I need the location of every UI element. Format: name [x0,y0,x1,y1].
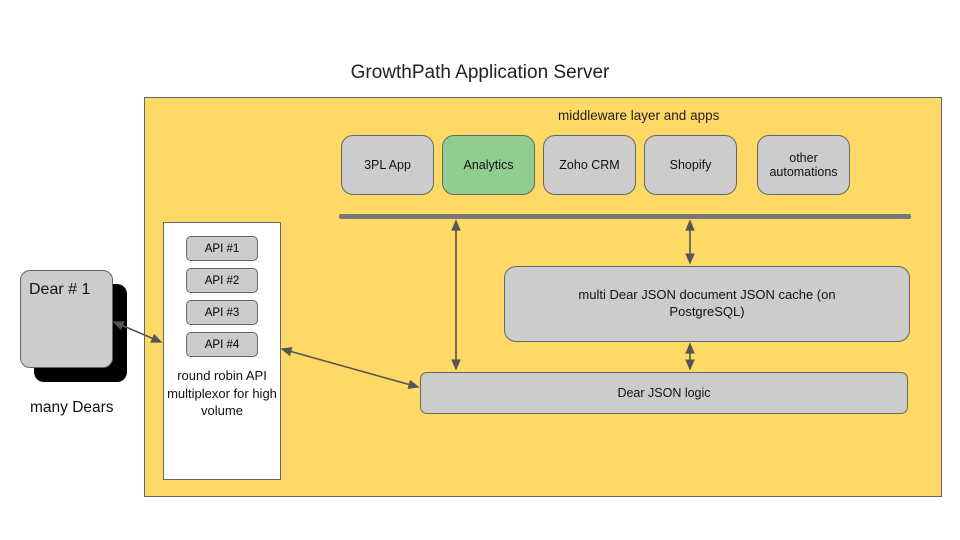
app-3pl: 3PL App [341,135,434,195]
middleware-label: middleware layer and apps [558,108,719,123]
api-slot-2: API #2 [186,268,258,293]
multiplexor-box: API #1 API #2 API #3 API #4 round robin … [163,222,281,480]
json-logic-box: Dear JSON logic [420,372,908,414]
multiplexor-caption: round robin API multiplexor for high vol… [164,367,280,420]
middleware-divider [339,214,911,219]
api-slot-3: API #3 [186,300,258,325]
api-slot-1: API #1 [186,236,258,261]
many-dears-label: many Dears [30,398,114,417]
app-zoho-crm: Zoho CRM [543,135,636,195]
app-analytics: Analytics [442,135,535,195]
api-slot-4: API #4 [186,332,258,357]
dear-box: Dear # 1 [20,270,113,368]
app-shopify: Shopify [644,135,737,195]
cache-box: multi Dear JSON document JSON cache (on … [504,266,910,342]
diagram-title: GrowthPath Application Server [0,62,960,84]
app-other-automations: other automations [757,135,850,195]
